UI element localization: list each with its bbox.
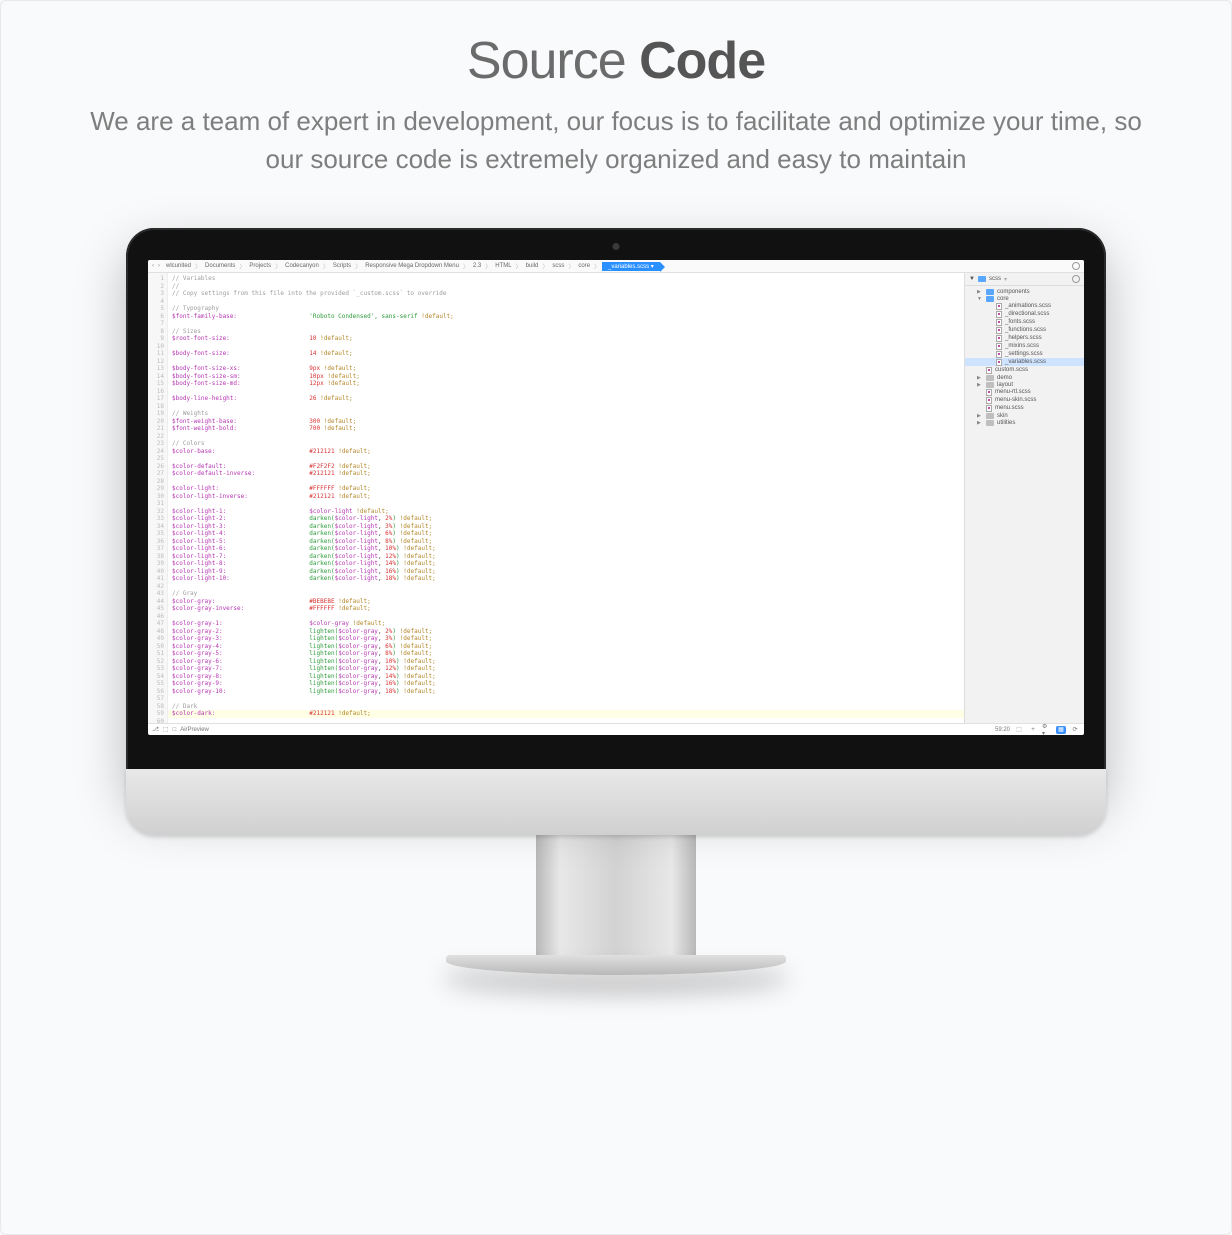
tree-folder[interactable]: ▶components	[965, 288, 1084, 295]
tree-folder[interactable]: ▶skin	[965, 412, 1084, 419]
nav-fwd-icon[interactable]: ›	[158, 263, 160, 269]
breadcrumb-item[interactable]: Codecanyon	[283, 263, 321, 269]
breadcrumb-item[interactable]: Scripts	[331, 263, 353, 269]
status-item[interactable]: ⎇	[152, 726, 159, 733]
tree-file[interactable]: _helpers.scss	[965, 334, 1084, 342]
status-item[interactable]: AirPreview	[180, 727, 209, 733]
status-item[interactable]: ⬚	[163, 726, 169, 733]
breadcrumb-item[interactable]: wlcunited	[164, 263, 193, 269]
line-gutter: 1234567891011121314151617181920212223242…	[148, 273, 168, 723]
folder-icon	[978, 276, 986, 282]
page-title: Source Code	[1, 31, 1231, 91]
breadcrumb-item[interactable]: Responsive Mega Dropdown Menu	[363, 263, 461, 269]
file-sidebar: ▼ scss ▾ ▶components▼core_animations.scs…	[964, 273, 1084, 723]
cursor-position: 59:20	[995, 727, 1010, 733]
tree-folder[interactable]: ▶layout	[965, 381, 1084, 388]
breadcrumb-item[interactable]: Projects	[247, 263, 273, 269]
tree-file[interactable]: menu.scss	[965, 404, 1084, 412]
nav-back-icon[interactable]: ‹	[152, 263, 154, 269]
tree-file[interactable]: _settings.scss	[965, 350, 1084, 358]
editor-topbar: ‹ › wlcunited 〉Documents 〉Projects 〉Code…	[148, 260, 1084, 273]
breadcrumb[interactable]: wlcunited 〉Documents 〉Projects 〉Codecany…	[164, 262, 660, 271]
breadcrumb-item[interactable]: Documents	[203, 263, 237, 269]
tree-file[interactable]: _mixins.scss	[965, 342, 1084, 350]
tree-folder[interactable]: ▶utilities	[965, 419, 1084, 426]
tree-file[interactable]: custom.scss	[965, 366, 1084, 374]
monitor-camera	[613, 243, 620, 250]
tree-file[interactable]: _variables.scss	[965, 358, 1084, 366]
status-icon[interactable]: ⚙ ▾	[1042, 726, 1052, 734]
breadcrumb-active[interactable]: _variables.scss ▾	[602, 262, 660, 271]
status-item[interactable]: □	[173, 727, 177, 733]
breadcrumb-item[interactable]: 2.3	[471, 263, 483, 269]
page-subtitle: We are a team of expert in development, …	[86, 103, 1146, 178]
tree-file[interactable]: _functions.scss	[965, 326, 1084, 334]
sync-icon[interactable]	[1072, 262, 1080, 270]
tree-file[interactable]: _fonts.scss	[965, 318, 1084, 326]
editor-screen: ‹ › wlcunited 〉Documents 〉Projects 〉Code…	[148, 260, 1084, 735]
tree-folder[interactable]: ▶demo	[965, 374, 1084, 381]
breadcrumb-item[interactable]: core	[576, 263, 592, 269]
status-icon[interactable]: ⬚	[1014, 726, 1024, 734]
statusbar: ⎇ ⬚ □AirPreview 59:20 ⬚ + ⚙ ▾ ▦ ⟳	[148, 723, 1084, 735]
status-icon[interactable]: ⟳	[1070, 726, 1080, 734]
status-icon[interactable]: +	[1028, 726, 1038, 734]
breadcrumb-item[interactable]: build	[524, 263, 541, 269]
tree-folder[interactable]: ▼core	[965, 295, 1084, 302]
tree-file[interactable]: _animations.scss	[965, 302, 1084, 310]
tree-file[interactable]: _directional.scss	[965, 310, 1084, 318]
sidebar-header[interactable]: ▼ scss ▾	[965, 273, 1084, 286]
breadcrumb-item[interactable]: scss	[550, 263, 566, 269]
status-icon[interactable]: ▦	[1056, 726, 1066, 734]
sidebar-sync-icon[interactable]	[1072, 275, 1080, 283]
tree-file[interactable]: menu-rtl.scss	[965, 388, 1084, 396]
tree-file[interactable]: menu-skin.scss	[965, 396, 1084, 404]
breadcrumb-item[interactable]: HTML	[493, 263, 513, 269]
code-editor[interactable]: // Variables // // Copy settings from th…	[168, 273, 964, 723]
